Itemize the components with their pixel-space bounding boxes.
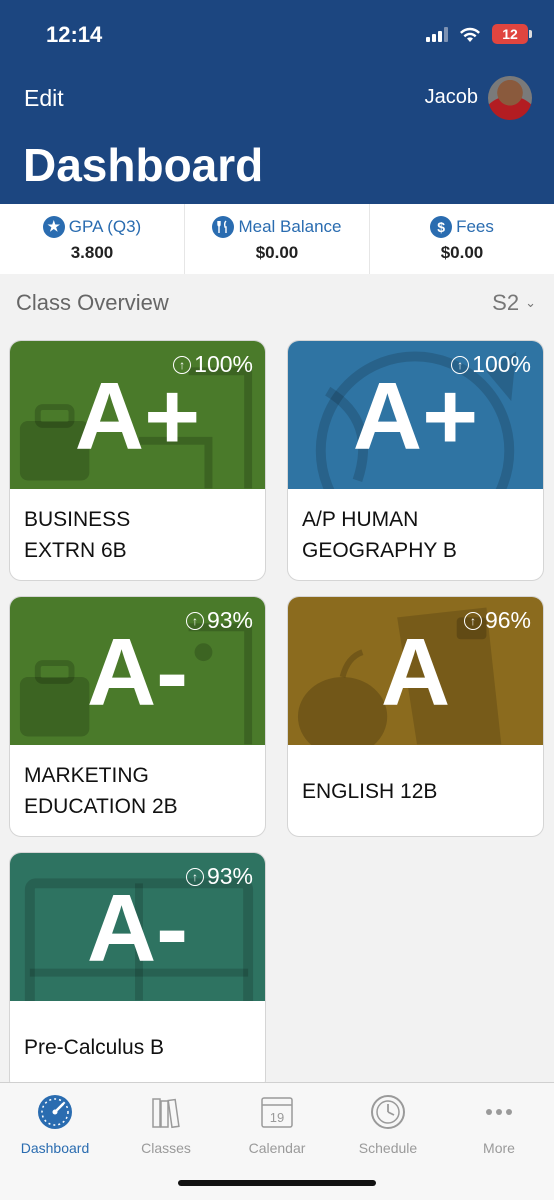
term-selector[interactable]: S2 ⌄: [492, 290, 536, 316]
class-grade: A+: [74, 363, 201, 470]
stat-value: $0.00: [255, 242, 299, 262]
tab-schedule[interactable]: Schedule: [333, 1093, 443, 1156]
class-grade: A-: [86, 875, 189, 982]
chevron-down-icon: ⌄: [525, 295, 536, 310]
calendar-icon: 19: [261, 1097, 293, 1128]
tab-label: Calendar: [248, 1140, 306, 1156]
tab-classes[interactable]: Classes: [111, 1093, 221, 1156]
books-icon: [152, 1098, 180, 1129]
stat-fees[interactable]: $ Fees $0.00: [370, 204, 554, 274]
battery-icon: 12: [492, 24, 532, 44]
tab-more[interactable]: More: [444, 1093, 554, 1156]
star-icon: ★: [42, 215, 65, 238]
status-indicators: 12: [426, 24, 532, 44]
class-name: ENGLISH 12B: [302, 779, 438, 803]
home-indicator: [178, 1180, 376, 1186]
class-card-header: ↑ 93% A-: [10, 597, 265, 745]
status-time: 12:14: [46, 22, 103, 47]
class-grade: A-: [86, 619, 189, 726]
term-value: S2: [492, 290, 520, 315]
class-card[interactable]: ↑ 100% A+ BUSINESS EXTRN 6B: [9, 340, 266, 581]
dollar-icon: $: [430, 215, 453, 238]
stat-meal-balance[interactable]: Meal Balance $0.00: [185, 204, 370, 274]
tab-calendar[interactable]: 19 Calendar: [222, 1093, 332, 1156]
user-name[interactable]: Jacob: [425, 86, 478, 109]
tab-dashboard[interactable]: Dashboard: [0, 1093, 110, 1156]
class-overview-title: Class Overview: [16, 290, 169, 315]
app-header: 12:14 12 Edit Jacob Dashboard: [0, 0, 554, 204]
utensils-icon: [212, 215, 235, 238]
class-grade: A: [380, 619, 451, 726]
stat-label: GPA (Q3): [68, 216, 142, 236]
edit-button[interactable]: Edit: [24, 85, 64, 112]
tab-label: Dashboard: [20, 1140, 90, 1156]
class-name: BUSINESS EXTRN 6B: [24, 508, 131, 562]
avatar[interactable]: [488, 76, 532, 120]
gauge-icon: [38, 1095, 72, 1129]
stat-gpa[interactable]: ★ GPA (Q3) 3.800: [0, 204, 185, 274]
stats-bar: ★ GPA (Q3) 3.800 Meal Balance $0.00 $ Fe…: [0, 204, 554, 274]
tab-label: More: [483, 1140, 515, 1156]
stat-value: 3.800: [70, 242, 114, 262]
class-card[interactable]: ↑ 100% A+ A/P HUMAN GEOGRAPHY B: [287, 340, 544, 581]
class-name: MARKETING EDUCATION 2B: [24, 764, 178, 818]
calendar-date: 19: [270, 1110, 284, 1125]
class-card[interactable]: ↑ 93% A- MARKETING EDUCATION 2B: [9, 596, 266, 837]
stat-value: $0.00: [440, 242, 484, 262]
stat-label: Fees: [456, 216, 494, 236]
page-title: Dashboard: [23, 139, 264, 191]
class-card-header: ↑ 100% A+: [288, 341, 543, 489]
class-card-header: ↑ 96% A: [288, 597, 543, 745]
more-icon: [486, 1109, 512, 1115]
class-card[interactable]: ↑ 93% A- Pre-Calculus B: [9, 852, 266, 1092]
class-card-header: ↑ 93% A-: [10, 853, 265, 1001]
class-card-header: ↑ 100% A+: [10, 341, 265, 489]
signal-icon: [426, 26, 448, 42]
clock-icon: [371, 1095, 405, 1129]
tab-label: Classes: [141, 1140, 191, 1156]
stat-label: Meal Balance: [238, 216, 342, 236]
wifi-icon: [460, 27, 480, 42]
class-card[interactable]: ↑ 96% A ENGLISH 12B: [287, 596, 544, 837]
class-grade: A+: [352, 363, 479, 470]
tab-label: Schedule: [358, 1140, 418, 1156]
class-name: A/P HUMAN GEOGRAPHY B: [302, 508, 457, 562]
class-name: Pre-Calculus B: [24, 1035, 165, 1059]
